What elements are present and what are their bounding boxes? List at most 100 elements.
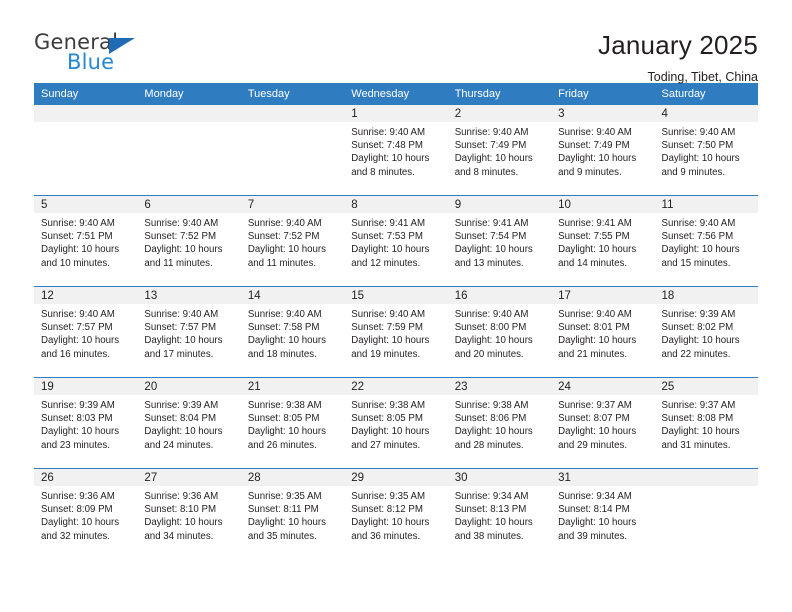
calendar-day-cell[interactable]: 23 Sunrise: 9:38 AM Sunset: 8:06 PM Dayligh… — [447, 377, 552, 469]
sunrise-text: Sunrise: 9:38 AM — [351, 400, 426, 411]
calendar-day-cell[interactable]: 14 Sunrise: 9:40 AM Sunset: 7:58 PM Dayligh… — [240, 286, 345, 378]
daylight-text-line2: and 9 minutes. — [661, 166, 726, 178]
day-details: Sunrise: 9:38 AM Sunset: 8:05 PM Daylight:… — [241, 395, 344, 452]
day-cell-inner: 6 Sunrise: 9:40 AM Sunset: 7:52 PM Daylight… — [137, 196, 241, 286]
day-details: Sunrise: 9:34 AM Sunset: 8:14 PM Daylight:… — [551, 486, 654, 543]
sunrise-text: Sunrise: 9:40 AM — [144, 218, 219, 229]
calendar-day-cell[interactable]: 24 Sunrise: 9:37 AM Sunset: 8:07 PM Dayligh… — [551, 377, 655, 469]
day-details: Sunrise: 9:36 AM Sunset: 8:10 PM Daylight:… — [137, 486, 240, 543]
sunset-text: Sunset: 7:51 PM — [41, 231, 113, 243]
calendar-day-cell[interactable]: 17 Sunrise: 9:40 AM Sunset: 8:01 PM Dayligh… — [551, 286, 655, 378]
calendar-week-row: 5 Sunrise: 9:40 AM Sunset: 7:51 PM Daylight… — [34, 195, 758, 287]
calendar-day-cell[interactable]: 10 Sunrise: 9:41 AM Sunset: 7:55 PM Dayligh… — [551, 195, 655, 287]
calendar-body: 1 Sunrise: 9:40 AM Sunset: 7:48 PM Daylight… — [34, 105, 758, 559]
daylight-text-line2: and 19 minutes. — [351, 348, 421, 360]
daylight-text-line2: and 24 minutes. — [144, 439, 214, 451]
daylight-text-line2: and 11 minutes. — [247, 257, 317, 269]
calendar-day-cell[interactable]: 12 Sunrise: 9:40 AM Sunset: 7:57 PM Dayligh… — [34, 286, 138, 378]
day-details: Sunrise: 9:40 AM Sunset: 7:57 PM Daylight:… — [137, 304, 240, 361]
daylight-text-line2: and 15 minutes. — [661, 257, 731, 269]
daylight-text-line1: Daylight: 10 hours — [661, 153, 740, 165]
calendar-day-cell[interactable]: 9 Sunrise: 9:41 AM Sunset: 7:54 PM Daylight… — [447, 195, 552, 287]
sunrise-text: Sunrise: 9:40 AM — [454, 309, 529, 320]
calendar-day-cell[interactable]: 13 Sunrise: 9:40 AM Sunset: 7:57 PM Dayligh… — [137, 286, 241, 378]
day-number: 27 — [137, 469, 241, 486]
day-number: 15 — [344, 287, 448, 304]
day-details: Sunrise: 9:40 AM Sunset: 7:56 PM Daylight:… — [655, 213, 758, 270]
calendar-day-cell[interactable]: 18 Sunrise: 9:39 AM Sunset: 8:02 PM Dayligh… — [654, 286, 758, 378]
sunset-text: Sunset: 8:10 PM — [144, 504, 217, 516]
calendar-day-cell[interactable]: 31 Sunrise: 9:34 AM Sunset: 8:14 PM Dayligh… — [551, 468, 655, 559]
day-details: Sunrise: 9:34 AM Sunset: 8:13 PM Daylight:… — [448, 486, 551, 543]
calendar-day-cell[interactable]: 8 Sunrise: 9:41 AM Sunset: 7:53 PM Daylight… — [344, 195, 448, 287]
calendar-day-cell[interactable]: 15 Sunrise: 9:40 AM Sunset: 7:59 PM Dayligh… — [344, 286, 448, 378]
daylight-text-line2: and 10 minutes. — [41, 257, 110, 269]
day-cell-inner: 25 Sunrise: 9:37 AM Sunset: 8:08 PM Dayligh… — [654, 378, 758, 468]
daylight-text-line2: and 38 minutes. — [454, 530, 524, 542]
day-cell-inner: 7 Sunrise: 9:40 AM Sunset: 7:52 PM Daylight… — [240, 196, 345, 286]
sunrise-text: Sunrise: 9:40 AM — [351, 127, 426, 138]
sunrise-text: Sunrise: 9:34 AM — [454, 491, 529, 502]
day-cell-inner: 3 Sunrise: 9:40 AM Sunset: 7:49 PM Daylight… — [551, 105, 655, 195]
daylight-text-line1: Daylight: 10 hours — [558, 335, 637, 347]
calendar-week-row: 12 Sunrise: 9:40 AM Sunset: 7:57 PM Dayligh… — [34, 286, 758, 378]
calendar-day-cell[interactable]: 5 Sunrise: 9:40 AM Sunset: 7:51 PM Daylight… — [34, 195, 138, 287]
calendar-day-cell[interactable]: 4 Sunrise: 9:40 AM Sunset: 7:50 PM Daylight… — [654, 105, 758, 196]
calendar-day-cell[interactable]: 3 Sunrise: 9:40 AM Sunset: 7:49 PM Daylight… — [551, 105, 655, 196]
sunrise-text: Sunrise: 9:39 AM — [661, 309, 736, 320]
day-number: 30 — [447, 469, 552, 486]
calendar-day-cell[interactable]: 11 Sunrise: 9:40 AM Sunset: 7:56 PM Dayligh… — [654, 195, 758, 287]
day-number: 4 — [654, 105, 758, 122]
weekday-header-monday: Monday — [137, 83, 241, 105]
day-number: 7 — [240, 196, 345, 213]
calendar-day-cell[interactable]: 20 Sunrise: 9:39 AM Sunset: 8:04 PM Dayligh… — [137, 377, 241, 469]
calendar-day-cell[interactable]: 6 Sunrise: 9:40 AM Sunset: 7:52 PM Daylight… — [137, 195, 241, 287]
calendar-day-cell[interactable]: 28 Sunrise: 9:35 AM Sunset: 8:11 PM Dayligh… — [240, 468, 345, 559]
calendar-day-cell[interactable]: 19 Sunrise: 9:39 AM Sunset: 8:03 PM Dayligh… — [34, 377, 138, 469]
day-number: 9 — [447, 196, 552, 213]
day-details: Sunrise: 9:35 AM Sunset: 8:11 PM Daylight:… — [241, 486, 344, 543]
sunset-text: Sunset: 8:08 PM — [661, 413, 734, 425]
sunset-text: Sunset: 8:07 PM — [558, 413, 630, 425]
day-details: Sunrise: 9:37 AM Sunset: 8:07 PM Daylight:… — [551, 395, 654, 452]
sunrise-text: Sunrise: 9:40 AM — [247, 218, 322, 229]
day-details: Sunrise: 9:40 AM Sunset: 7:49 PM Daylight:… — [551, 122, 654, 179]
sunset-text: Sunset: 8:02 PM — [661, 322, 734, 334]
day-cell-inner: 9 Sunrise: 9:41 AM Sunset: 7:54 PM Daylight… — [447, 196, 552, 286]
sunrise-text: Sunrise: 9:40 AM — [41, 309, 115, 320]
calendar-day-cell[interactable]: 2 Sunrise: 9:40 AM Sunset: 7:49 PM Daylight… — [447, 105, 552, 196]
sunset-text: Sunset: 7:52 PM — [144, 231, 217, 243]
calendar-day-cell[interactable]: 21 Sunrise: 9:38 AM Sunset: 8:05 PM Dayligh… — [240, 377, 345, 469]
weekday-header-sunday: Sunday — [34, 83, 138, 105]
calendar-day-cell[interactable]: 29 Sunrise: 9:35 AM Sunset: 8:12 PM Dayligh… — [344, 468, 448, 559]
sunrise-text: Sunrise: 9:40 AM — [661, 127, 736, 138]
daylight-text-line1: Daylight: 10 hours — [558, 426, 637, 438]
calendar-day-cell[interactable]: 26 Sunrise: 9:36 AM Sunset: 8:09 PM Dayligh… — [34, 468, 138, 559]
day-details: Sunrise: 9:40 AM Sunset: 8:01 PM Daylight:… — [551, 304, 654, 361]
daylight-text-line1: Daylight: 10 hours — [351, 153, 430, 165]
daylight-text-line2: and 18 minutes. — [247, 348, 317, 360]
sunset-text: Sunset: 8:06 PM — [454, 413, 527, 425]
daylight-text-line2: and 16 minutes. — [41, 348, 110, 360]
sunrise-text: Sunrise: 9:40 AM — [558, 309, 632, 320]
calendar-day-cell[interactable]: 16 Sunrise: 9:40 AM Sunset: 8:00 PM Dayligh… — [447, 286, 552, 378]
day-number: 24 — [551, 378, 655, 395]
day-details: Sunrise: 9:38 AM Sunset: 8:06 PM Daylight:… — [448, 395, 551, 452]
day-cell-inner: 28 Sunrise: 9:35 AM Sunset: 8:11 PM Dayligh… — [240, 469, 345, 559]
daylight-text-line1: Daylight: 10 hours — [454, 335, 533, 347]
daylight-text-line2: and 32 minutes. — [41, 530, 110, 542]
calendar-day-cell[interactable]: 7 Sunrise: 9:40 AM Sunset: 7:52 PM Daylight… — [240, 195, 345, 287]
sunrise-text: Sunrise: 9:40 AM — [351, 309, 426, 320]
calendar-day-cell[interactable]: 27 Sunrise: 9:36 AM Sunset: 8:10 PM Dayligh… — [137, 468, 241, 559]
daylight-text-line1: Daylight: 10 hours — [351, 244, 430, 256]
calendar-day-cell[interactable]: 30 Sunrise: 9:34 AM Sunset: 8:13 PM Dayligh… — [447, 468, 552, 559]
calendar-day-cell-empty — [34, 105, 138, 196]
calendar-day-cell[interactable]: 22 Sunrise: 9:38 AM Sunset: 8:05 PM Dayligh… — [344, 377, 448, 469]
day-details: Sunrise: 9:41 AM Sunset: 7:54 PM Daylight:… — [448, 213, 551, 270]
calendar-day-cell[interactable]: 25 Sunrise: 9:37 AM Sunset: 8:08 PM Dayligh… — [654, 377, 758, 469]
sunrise-text: Sunrise: 9:40 AM — [661, 218, 736, 229]
calendar-day-cell[interactable]: 1 Sunrise: 9:40 AM Sunset: 7:48 PM Daylight… — [344, 105, 448, 196]
sunrise-text: Sunrise: 9:41 AM — [558, 218, 632, 229]
calendar-page: General Blue January 2025 Toding, Tibet,… — [0, 0, 792, 612]
day-details: Sunrise: 9:39 AM Sunset: 8:04 PM Daylight:… — [137, 395, 240, 452]
